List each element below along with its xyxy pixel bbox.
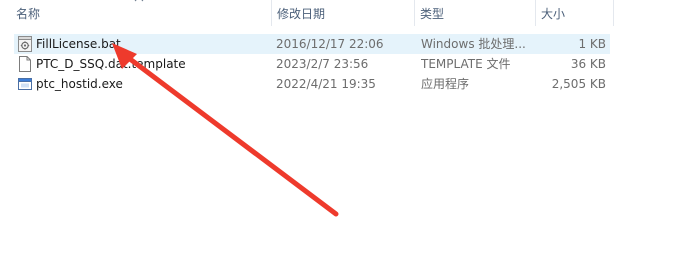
column-header-bar: 名称 修改日期 类型 大小: [0, 0, 687, 30]
column-header-name[interactable]: 名称: [16, 0, 271, 30]
file-date-modified: 2023/2/7 23:56: [276, 57, 369, 71]
batch-file-icon: [18, 36, 32, 52]
column-divider[interactable]: [535, 0, 536, 26]
file-size: 36 KB: [570, 57, 606, 71]
file-name[interactable]: PTC_D_SSQ.dat.template: [36, 54, 276, 74]
file-date-modified: 2016/12/17 22:06: [276, 37, 384, 51]
file-row-filllicense[interactable]: FillLicense.bat 2016/12/17 22:06 Windows…: [14, 34, 610, 54]
column-divider[interactable]: [414, 0, 415, 26]
file-size: 2,505 KB: [551, 77, 606, 91]
file-type: Windows 批处理...: [421, 37, 526, 51]
file-date-modified: 2022/4/21 19:35: [276, 77, 376, 91]
file-type: TEMPLATE 文件: [421, 57, 511, 71]
column-header-date-modified[interactable]: 修改日期: [277, 0, 413, 30]
file-type: 应用程序: [421, 77, 470, 91]
file-size: 1 KB: [578, 37, 606, 51]
column-header-size[interactable]: 大小: [541, 0, 613, 30]
column-divider[interactable]: [271, 0, 272, 26]
file-row-ptc-hostid-exe[interactable]: ptc_hostid.exe 2022/4/21 19:35 应用程序 2,50…: [14, 74, 610, 94]
file-name[interactable]: ptc_hostid.exe: [36, 74, 276, 94]
column-header-type[interactable]: 类型: [420, 0, 536, 30]
document-file-icon: [19, 56, 31, 72]
file-row-ptc-d-ssq-template[interactable]: PTC_D_SSQ.dat.template 2023/2/7 23:56 TE…: [14, 54, 610, 74]
column-divider[interactable]: [613, 0, 614, 26]
file-name[interactable]: FillLicense.bat: [36, 34, 276, 54]
application-exe-icon: [18, 78, 32, 90]
file-explorer-details-view: 名称 修改日期 类型 大小 FillLicense.bat 2016/12/17…: [0, 0, 687, 261]
